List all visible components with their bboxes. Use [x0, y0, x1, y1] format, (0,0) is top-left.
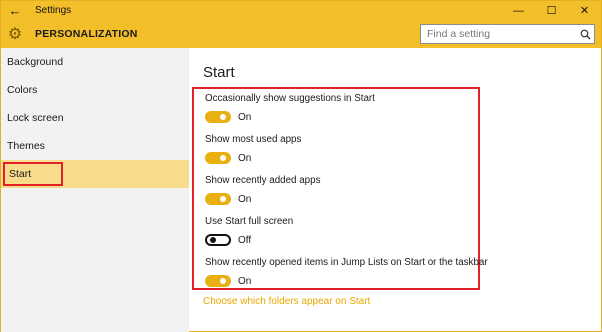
- sidebar-item-themes[interactable]: Themes: [1, 132, 189, 160]
- gear-icon: ⚙: [7, 26, 23, 43]
- close-button[interactable]: ✕: [568, 1, 601, 20]
- setting-label: Show recently opened items in Jump Lists…: [205, 257, 488, 268]
- setting-recently-added-apps: Show recently added apps On: [205, 175, 320, 205]
- sidebar-nav: Background Colors Lock screen Themes Sta…: [1, 48, 189, 332]
- toggle-state: On: [238, 111, 252, 123]
- setting-suggestions: Occasionally show suggestions in Start O…: [205, 93, 375, 123]
- back-arrow-icon[interactable]: ←: [1, 1, 29, 20]
- title-bar: ← Settings — ☐ ✕: [1, 1, 601, 20]
- toggle-state: On: [238, 152, 252, 164]
- toggle-recently-added-apps[interactable]: [205, 193, 231, 205]
- setting-label: Use Start full screen: [205, 216, 294, 227]
- window-title: Settings: [35, 5, 72, 16]
- toggle-state: Off: [238, 234, 252, 246]
- maximize-button[interactable]: ☐: [535, 1, 568, 20]
- toggle-state: On: [238, 193, 252, 205]
- toggle-most-used-apps[interactable]: [205, 152, 231, 164]
- choose-folders-link[interactable]: Choose which folders appear on Start: [203, 296, 370, 307]
- sidebar-item-lock-screen[interactable]: Lock screen: [1, 104, 189, 132]
- toggle-full-screen[interactable]: [205, 234, 231, 246]
- sidebar-item-colors[interactable]: Colors: [1, 76, 189, 104]
- setting-jump-lists: Show recently opened items in Jump Lists…: [205, 257, 488, 287]
- header-bar: ⚙ PERSONALIZATION: [1, 20, 601, 48]
- setting-full-screen: Use Start full screen Off: [205, 216, 293, 246]
- sidebar-item-label: Background: [7, 56, 64, 68]
- settings-window: ← Settings — ☐ ✕ ⚙ PERSONALIZATION Backg…: [0, 0, 602, 332]
- setting-label: Occasionally show suggestions in Start: [205, 93, 375, 104]
- toggle-jump-lists[interactable]: [205, 275, 231, 287]
- page-title: Start: [203, 64, 235, 81]
- sidebar-item-label: Colors: [7, 84, 38, 96]
- main-content: Start Occasionally show suggestions in S…: [189, 48, 602, 332]
- minimize-button[interactable]: —: [502, 1, 535, 20]
- sidebar-item-label: Themes: [7, 140, 45, 152]
- setting-label: Show most used apps: [205, 134, 302, 145]
- settings-highlight-box: Occasionally show suggestions in Start O…: [192, 87, 488, 290]
- sidebar-item-label: Lock screen: [7, 112, 64, 124]
- toggle-state: On: [238, 275, 252, 287]
- sidebar-item-start[interactable]: Start: [1, 160, 189, 188]
- section-title: PERSONALIZATION: [35, 28, 138, 40]
- setting-most-used-apps: Show most used apps On: [205, 134, 301, 164]
- search-box[interactable]: [420, 24, 595, 44]
- window-controls: — ☐ ✕: [502, 1, 601, 20]
- sidebar-item-label: Start: [3, 162, 64, 186]
- setting-label: Show recently added apps: [205, 175, 321, 186]
- search-icon[interactable]: [576, 29, 594, 40]
- sidebar-item-background[interactable]: Background: [1, 48, 189, 76]
- toggle-suggestions[interactable]: [205, 111, 231, 123]
- search-input[interactable]: [421, 28, 576, 40]
